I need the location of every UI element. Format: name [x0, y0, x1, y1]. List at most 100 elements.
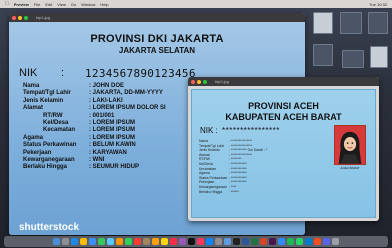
card-field-row: Berlaku Hingga: ******: [199, 190, 267, 195]
dock-contacts-icon[interactable]: [143, 238, 150, 245]
field-value: : JAKARTA, DD-MM-YYYY: [89, 90, 163, 97]
field-label: Kewarganegaraan: [23, 156, 75, 163]
field-label: Nama: [23, 83, 40, 89]
dock-finder-icon[interactable]: [53, 238, 60, 245]
dock-word-icon[interactable]: [242, 238, 249, 245]
menu-clock: Tue 10:32: [369, 1, 387, 7]
field-label: Pekerjaan: [23, 149, 52, 156]
card-field-row: Jenis Kelamin: LAKI-LAKI: [23, 98, 166, 105]
field-value: : JOHN DOE: [89, 83, 125, 89]
menu-item-view[interactable]: View: [57, 2, 66, 7]
dock-photos-icon[interactable]: [116, 238, 123, 245]
dock: [4, 236, 388, 247]
field-label: Kecamatan: [43, 127, 76, 134]
menu-item-window[interactable]: Window: [81, 2, 95, 7]
dock-news-icon[interactable]: [197, 238, 204, 245]
dock-spotify-icon[interactable]: [287, 238, 294, 245]
dock-vscode-icon[interactable]: [305, 238, 312, 245]
portrait-photo: [334, 125, 366, 165]
field-value: : BELUM KAWIN: [89, 142, 136, 149]
desktop-thumbnail[interactable]: [342, 50, 364, 68]
apple-menu-icon[interactable]: : [5, 1, 9, 7]
dock-facetime-icon[interactable]: [125, 238, 132, 245]
dock-chrome-icon[interactable]: [80, 238, 87, 245]
window-title: ktp1.jpg: [36, 15, 51, 20]
zoom-icon[interactable]: [203, 79, 207, 84]
minimize-icon[interactable]: [18, 15, 22, 20]
nik-label: NIK :: [200, 126, 218, 135]
close-icon[interactable]: [191, 79, 195, 84]
menu-item-preview[interactable]: Preview: [14, 2, 29, 7]
menu-bar:  Preview File Edit View Go Window Help …: [0, 0, 392, 8]
dock-maps-icon[interactable]: [107, 238, 114, 245]
menu-item-edit[interactable]: Edit: [45, 2, 52, 7]
card-field-row: Berlaku Hingga : SEUMUR HIDUP: [23, 164, 166, 171]
field-value: : LOREM IPSUM DOLOR SI: [89, 105, 166, 112]
dock-settings-icon[interactable]: [215, 238, 222, 245]
field-value: : KARYAWAN: [89, 149, 127, 156]
field-label: Kel/Desa: [43, 119, 69, 126]
card-field-row: RT/RW: 001/001: [23, 113, 166, 120]
card-field-row: Nama : JOHN DOE: [23, 83, 166, 90]
nik-colon: :: [61, 67, 65, 79]
field-label: Status Perkawinan: [23, 142, 77, 149]
dock-powerpoint-icon[interactable]: [260, 238, 267, 245]
desktop-thumbnail[interactable]: [313, 44, 333, 66]
dock-preview-icon[interactable]: [224, 238, 231, 245]
card-field-row: Agama: LOREM IPSUM: [23, 135, 166, 142]
minimize-icon[interactable]: [197, 79, 201, 84]
card-city: JAKARTA SELATAN: [118, 46, 196, 55]
card-field-row: Pekerjaan : KARYAWAN: [23, 150, 166, 157]
card-field-row: Tempat/Tgl Lahir: JAKARTA, DD-MM-YYYY: [23, 90, 166, 97]
dock-launchpad-icon[interactable]: [62, 238, 69, 245]
window-titlebar[interactable]: ktp1.jpg: [9, 13, 305, 22]
field-label: Berlaku Hingga: [23, 164, 68, 171]
field-value: : LOREM IPSUM: [89, 127, 135, 134]
dock-tv-icon[interactable]: [188, 238, 195, 245]
dock-notes-icon[interactable]: [161, 238, 168, 245]
desktop-thumbnail[interactable]: [370, 46, 388, 68]
field-value: : 001/001: [89, 112, 115, 119]
card-fields: Nama: **************** Tempat/Tgl Lahir: …: [199, 139, 267, 194]
nik-value: 1234567890123456: [85, 67, 196, 80]
dock-safari-icon[interactable]: [71, 238, 78, 245]
nik-label: NIK: [19, 67, 38, 79]
menu-item-file[interactable]: File: [34, 2, 40, 7]
dock-excel-icon[interactable]: [251, 238, 258, 245]
dock-appstore-icon[interactable]: [206, 238, 213, 245]
desktop-thumbnail[interactable]: [313, 12, 333, 34]
menu-item-go[interactable]: Go: [71, 2, 76, 7]
dock-messages-icon[interactable]: [98, 238, 105, 245]
id-card-aceh: PROVINSI ACEH KABUPATEN ACEH BARAT NIK :…: [191, 89, 376, 218]
dock-mail-icon[interactable]: [89, 238, 96, 245]
field-value: : LOREM IPSUM: [89, 119, 135, 126]
preview-window-aceh[interactable]: ktp2.jpg PROVINSI ACEH KABUPATEN ACEH BA…: [188, 77, 379, 221]
field-value: : ******: [229, 189, 239, 194]
menu-item-help[interactable]: Help: [100, 2, 108, 7]
dock-calendar-icon[interactable]: [134, 238, 141, 245]
dock-zoom-icon[interactable]: [278, 238, 285, 245]
dock-whatsapp-icon[interactable]: [296, 238, 303, 245]
dock-podcasts-icon[interactable]: [179, 238, 186, 245]
window-titlebar[interactable]: ktp2.jpg: [188, 77, 379, 86]
card-field-row: Kewarganegaraan: WNI: [23, 157, 166, 164]
dock-terminal-icon[interactable]: [233, 238, 240, 245]
desktop-thumbnail[interactable]: [340, 12, 362, 34]
close-icon[interactable]: [12, 15, 16, 20]
card-province: PROVINSI ACEH: [248, 101, 319, 111]
dock-discord-icon[interactable]: [323, 238, 330, 245]
field-value: : SEUMUR HIDUP: [89, 164, 140, 171]
field-label: Agama: [23, 134, 44, 141]
zoom-icon[interactable]: [24, 15, 28, 20]
person-hijab-icon: [335, 126, 365, 164]
card-field-row: Kel/Desa : LOREM IPSUM: [23, 120, 166, 127]
dock-music-icon[interactable]: [170, 238, 177, 245]
watermark-text: shutterstock: [19, 222, 80, 233]
card-field-row: Alamat: LOREM IPSUM DOLOR SI: [23, 105, 166, 112]
card-regency: KABUPATEN ACEH BARAT: [225, 112, 342, 122]
dock-figma-icon[interactable]: [314, 238, 321, 245]
dock-reminders-icon[interactable]: [152, 238, 159, 245]
dock-slack-icon[interactable]: [269, 238, 276, 245]
desktop-thumbnail[interactable]: [368, 12, 388, 34]
dock-trash-icon[interactable]: [332, 238, 339, 245]
